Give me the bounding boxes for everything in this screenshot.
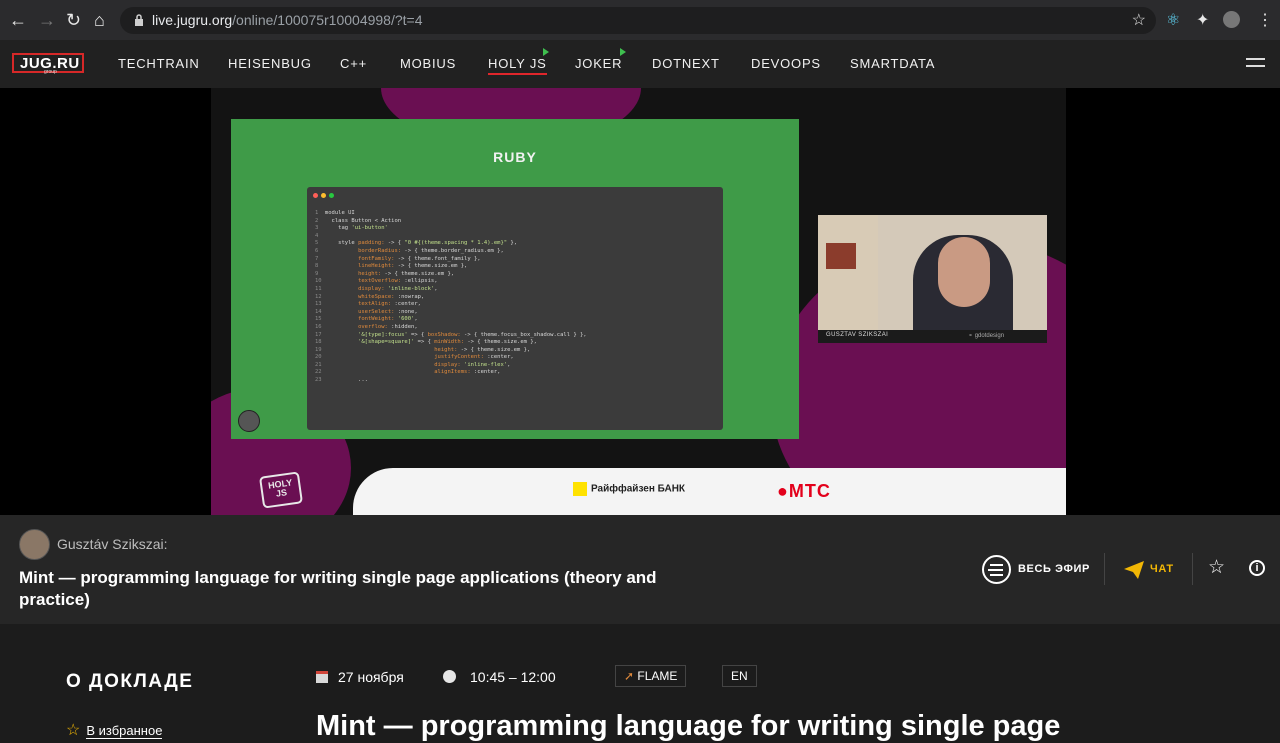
webcam-face — [938, 237, 990, 307]
window-maximize-dot — [329, 193, 334, 198]
favorites-label: В избранное — [86, 723, 163, 739]
live-indicator-icon — [620, 48, 626, 56]
reload-icon[interactable]: ↻ — [66, 10, 81, 31]
menu-heisenbug[interactable]: HEISENBUG — [228, 56, 312, 71]
logo-subtext: group — [44, 69, 57, 75]
date-info: 27 ноября — [316, 669, 404, 685]
speaker-avatar — [19, 529, 50, 560]
all-stream-label: ВЕСЬ ЭФИР — [1018, 563, 1090, 575]
browser-toolbar: ← → ↻ ⌂ live.jugru.org/online/100075r100… — [0, 0, 1280, 40]
forward-icon[interactable]: → — [38, 10, 56, 31]
about-heading: О ДОКЛАДЕ — [66, 671, 194, 692]
divider — [1192, 553, 1193, 585]
menu-dotnext[interactable]: DOTNEXT — [652, 56, 720, 71]
speaker-name: Gusztáv Szikszai: — [57, 536, 168, 552]
mts-logo: ●МТС — [777, 481, 831, 501]
about-section: О ДОКЛАДЕ ☆ В избранное 27 ноября 10:45 –… — [0, 624, 1280, 742]
time-info: 10:45 – 12:00 — [443, 669, 556, 685]
video-frame[interactable]: RUBY 1 module UI 2 class Button < Action… — [211, 88, 1066, 515]
back-icon[interactable]: ← — [9, 10, 27, 31]
menu-techtrain[interactable]: TECHTRAIN — [118, 56, 200, 71]
menu-mobius[interactable]: MOBIUS — [400, 56, 456, 71]
webcam-speaker-name: GUSZTAV SZIKSZAI — [826, 332, 889, 338]
menu-smartdata[interactable]: SMARTDATA — [850, 56, 935, 71]
calendar-icon — [316, 671, 328, 683]
react-devtools-icon[interactable]: ⚛ — [1166, 10, 1180, 30]
chat-button[interactable]: ЧАТ — [1124, 555, 1184, 585]
clock-icon — [443, 670, 456, 683]
live-indicator-icon — [543, 48, 549, 56]
favorite-star-icon[interactable]: ☆ — [1208, 556, 1225, 579]
profile-avatar[interactable] — [1223, 11, 1240, 28]
add-to-favorites-link[interactable]: ☆ В избранное — [66, 720, 163, 740]
window-minimize-dot — [321, 193, 326, 198]
talk-title: Mint — programming language for writing … — [19, 568, 657, 609]
address-bar[interactable]: live.jugru.org/online/100075r10004998/?t… — [120, 7, 1156, 34]
send-plane-icon — [1124, 561, 1144, 579]
presentation-slide: RUBY 1 module UI 2 class Button < Action… — [231, 119, 799, 439]
chat-label: ЧАТ — [1150, 563, 1174, 575]
star-outline-icon: ☆ — [66, 722, 81, 739]
flame-icon: ➚ — [624, 669, 635, 683]
speaker-webcam: GUSZTAV SZIKSZAI ⚬ gdotdesign — [818, 215, 1047, 343]
code-window: 1 module UI 2 class Button < Action 3 ta… — [307, 187, 723, 430]
talk-heading: Mint — programming language for writing … — [316, 710, 1061, 742]
url-text: live.jugru.org/online/100075r10004998/?t… — [152, 12, 423, 28]
home-icon[interactable]: ⌂ — [94, 10, 105, 31]
language-tag: EN — [722, 665, 757, 687]
talk-info-bar: Gusztáv Szikszai: Mint — programming lan… — [0, 515, 1280, 624]
webcam-books — [826, 243, 856, 269]
code-snippet: 1 module UI 2 class Button < Action 3 ta… — [315, 210, 587, 384]
flame-tag[interactable]: ➚ FLAME — [615, 665, 687, 687]
browser-menu-icon[interactable]: ⋮ — [1257, 10, 1273, 30]
hamburger-menu-icon[interactable] — [1246, 58, 1265, 72]
raiffeisen-logo: Райффайзен БАНК — [573, 482, 685, 496]
stream-list-icon — [982, 555, 1011, 584]
lock-icon — [135, 14, 143, 26]
site-header: JUG.RU group TECHTRAIN HEISENBUG C++ MOB… — [0, 40, 1280, 88]
webcam-shelf — [818, 215, 878, 343]
holyjs-badge-logo: HOLY JS — [258, 471, 304, 509]
menu-holyjs[interactable]: HOLY JS — [488, 56, 547, 75]
info-icon[interactable]: i — [1249, 560, 1265, 576]
sponsor-strip: Райффайзен БАНК ●МТС — [353, 468, 1066, 515]
extensions-puzzle-icon[interactable]: ✦ — [1196, 10, 1209, 30]
menu-cpp[interactable]: C++ — [340, 56, 367, 71]
jugru-logo[interactable]: JUG.RU group — [12, 53, 84, 75]
video-player[interactable]: RUBY 1 module UI 2 class Button < Action… — [0, 88, 1280, 515]
all-stream-button[interactable]: ВЕСЬ ЭФИР — [982, 555, 1092, 585]
webcam-twitter-handle: ⚬ gdotdesign — [968, 333, 1005, 339]
bookmark-star-icon[interactable]: ☆ — [1132, 10, 1146, 30]
divider — [1104, 553, 1105, 585]
menu-joker[interactable]: JOKER — [575, 56, 622, 71]
slide-title: RUBY — [493, 149, 537, 165]
window-close-dot — [313, 193, 318, 198]
menu-devoops[interactable]: DEVOOPS — [751, 56, 821, 71]
slide-avatar — [238, 410, 260, 432]
